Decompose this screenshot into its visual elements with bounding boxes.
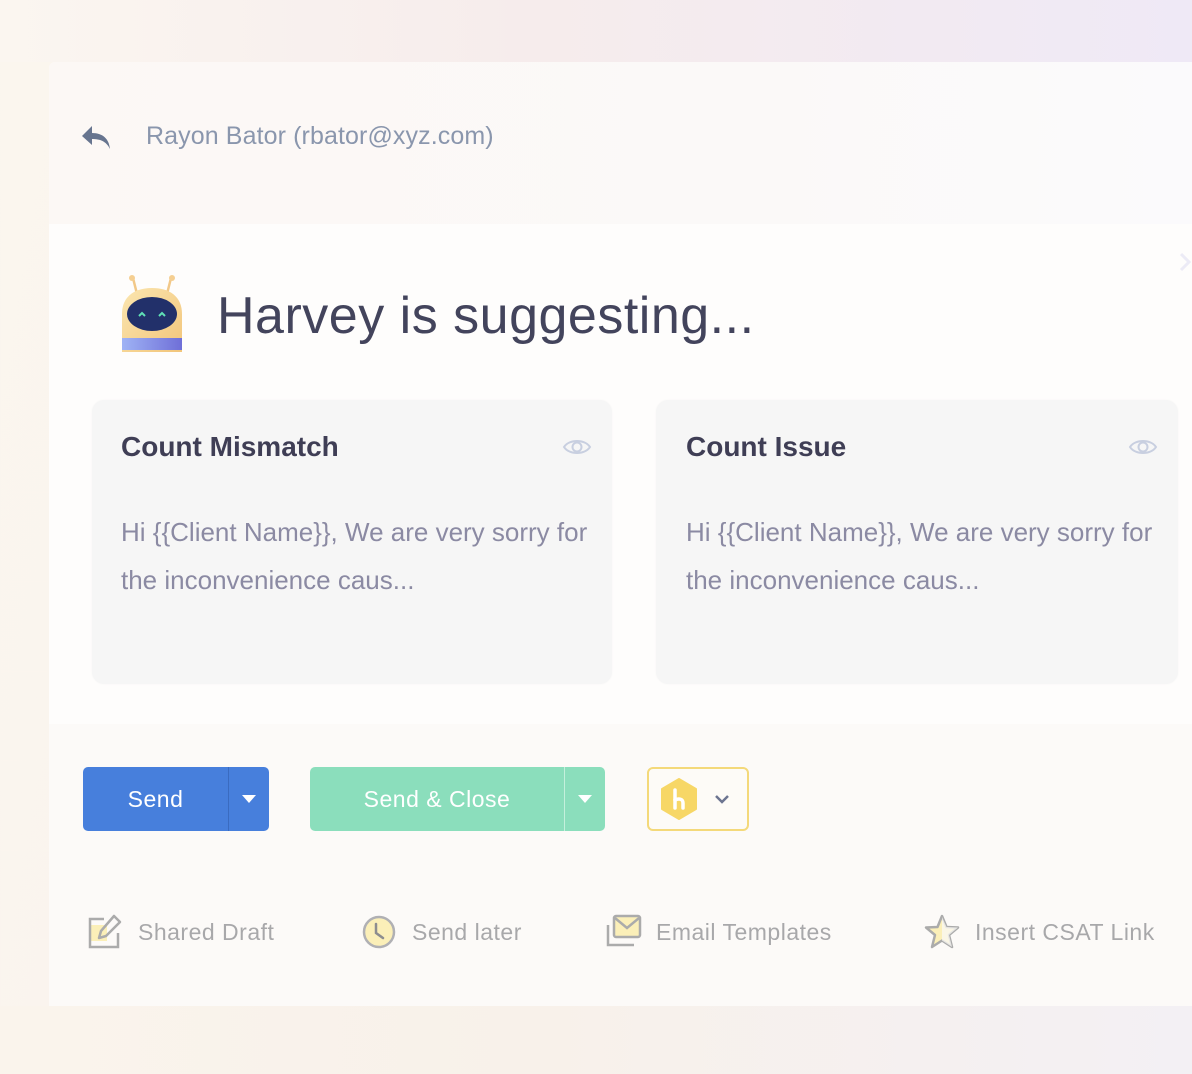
caret-down-icon: [578, 795, 592, 803]
email-templates-label: Email Templates: [656, 918, 832, 945]
chevron-right-icon[interactable]: [1179, 252, 1191, 272]
email-templates-button[interactable]: Email Templates: [604, 912, 832, 952]
send-button-label: Send: [127, 785, 184, 812]
suggestion-title: Harvey is suggesting...: [217, 287, 755, 345]
send-and-close-button[interactable]: Send & Close: [310, 767, 605, 831]
edit-icon: [88, 914, 122, 949]
action-bar: Send Send & Close: [49, 724, 1192, 1006]
send-button[interactable]: Send: [83, 767, 269, 831]
eye-icon[interactable]: [562, 436, 592, 458]
send-later-label: Send later: [412, 918, 522, 945]
send-later-button[interactable]: Send later: [360, 912, 522, 952]
clock-icon: [362, 915, 396, 949]
robot-avatar-icon: [122, 275, 182, 352]
recipient-label: Rayon Bator (rbator@xyz.com): [146, 122, 494, 150]
send-close-options-dropdown[interactable]: [564, 767, 605, 831]
suggestion-card[interactable]: Count Mismatch Hi {{Client Name}}, We ar…: [92, 400, 612, 684]
suggestion-card-preview: Hi {{Client Name}}, We are very sorry fo…: [686, 517, 1153, 595]
shared-draft-label: Shared Draft: [138, 918, 275, 945]
send-options-dropdown[interactable]: [228, 767, 269, 831]
reply-panel: Rayon Bator (rbator@xyz.com) Harvey is s…: [49, 62, 1192, 1006]
star-icon: [924, 914, 960, 949]
chevron-down-icon: [715, 795, 729, 804]
background-top: [0, 0, 1192, 62]
shared-draft-button[interactable]: Shared Draft: [86, 912, 274, 952]
suggestion-section: Harvey is suggesting... Count Mismatch H…: [49, 224, 1192, 724]
reply-header: Rayon Bator (rbator@xyz.com): [49, 62, 1192, 224]
suggestion-card-preview: Hi {{Client Name}}, We are very sorry fo…: [121, 517, 588, 595]
suggestion-card[interactable]: Count Issue Hi {{Client Name}}, We are v…: [656, 400, 1178, 684]
insert-csat-link-button[interactable]: Insert CSAT Link: [923, 912, 1155, 952]
suggestion-card-title: Count Mismatch: [121, 431, 339, 462]
reply-arrow-icon[interactable]: [80, 123, 112, 151]
background-bottom: [0, 1006, 1192, 1074]
hexagon-app-icon: [661, 778, 697, 820]
insert-csat-link-label: Insert CSAT Link: [975, 918, 1155, 945]
suggestion-card-title: Count Issue: [686, 431, 847, 462]
caret-down-icon: [242, 795, 256, 803]
app-selector-button[interactable]: [647, 767, 749, 831]
send-and-close-label: Send & Close: [363, 785, 511, 812]
eye-icon[interactable]: [1128, 436, 1158, 458]
email-templates-icon: [606, 914, 642, 947]
